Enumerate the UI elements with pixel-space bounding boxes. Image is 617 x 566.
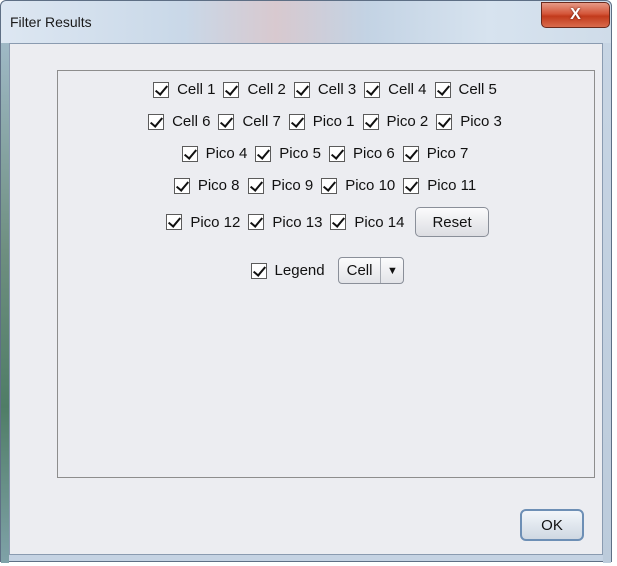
checkbox-cell-4[interactable]: Cell 4 [364,81,428,98]
checkbox-checked-icon[interactable] [364,81,381,98]
checkbox-checked-icon[interactable] [402,145,419,162]
ok-button[interactable]: OK [520,509,584,541]
filter-row-5: Pico 12 Pico 13 Pico 14 Reset [58,207,594,237]
checkbox-label: Cell 5 [458,81,497,98]
filter-row-2: Cell 6 Cell 7 Pico 1 Pico 2 Pico 3 [58,113,594,130]
title-bar[interactable]: Filter Results X [1,1,611,43]
filter-row-3: Pico 4 Pico 5 Pico 6 Pico 7 [58,145,594,162]
checkbox-label: Pico 4 [205,145,248,162]
checkbox-checked-icon[interactable] [321,177,338,194]
checkbox-label: Pico 1 [312,113,355,130]
window-frame-left [1,43,9,563]
close-button[interactable]: X [541,2,610,28]
checkbox-cell-2[interactable]: Cell 2 [223,81,287,98]
checkbox-pico-13[interactable]: Pico 13 [248,214,324,231]
checkbox-checked-icon[interactable] [248,214,265,230]
window-frame-right [603,43,611,563]
dialog-content: Cell 1 Cell 2 Cell 3 Cell 4 Cell 5 Cell … [9,43,603,555]
checkbox-label: Pico 5 [279,145,321,162]
checkbox-checked-icon[interactable] [403,177,420,194]
checkbox-pico-11[interactable]: Pico 11 [403,177,478,194]
legend-row: Legend Cell ▼ [58,257,594,284]
checkbox-checked-icon[interactable] [148,113,165,130]
checkbox-checked-icon[interactable] [255,145,272,162]
checkbox-cell-1[interactable]: Cell 1 [153,81,217,98]
checkbox-checked-icon[interactable] [153,81,170,98]
checkbox-pico-6[interactable]: Pico 6 [329,145,397,162]
checkbox-label: Pico 13 [272,213,323,231]
filter-row-4: Pico 8 Pico 9 Pico 10 Pico 11 [58,177,594,194]
checkbox-label: Cell 3 [317,81,357,98]
checkbox-label: Pico 14 [354,213,405,231]
checkbox-label: Pico 11 [427,177,477,194]
checkbox-label: Pico 3 [460,113,502,130]
checkbox-checked-icon[interactable] [166,214,183,230]
checkbox-label: Cell 1 [177,81,216,98]
checkbox-checked-icon[interactable] [362,113,379,130]
checkbox-label: Cell 4 [388,81,427,98]
checkbox-pico-1[interactable]: Pico 1 [288,113,357,130]
checkbox-label: Pico 12 [190,213,241,231]
checkbox-pico-7[interactable]: Pico 7 [402,145,471,162]
legend-type-select[interactable]: Cell ▼ [337,257,405,284]
checkbox-pico-14[interactable]: Pico 14 [330,214,406,231]
reset-button[interactable]: Reset [415,207,489,237]
dropdown-arrow-icon[interactable]: ▼ [380,258,403,283]
checkbox-label: Pico 6 [353,145,395,162]
checkbox-pico-2[interactable]: Pico 2 [362,113,431,130]
checkbox-pico-5[interactable]: Pico 5 [255,145,323,162]
checkbox-label: Pico 10 [345,177,396,194]
checkbox-label: Cell 6 [172,113,211,130]
checkbox-checked-icon[interactable] [223,81,240,98]
checkbox-checked-icon[interactable] [436,113,453,130]
filter-panel: Cell 1 Cell 2 Cell 3 Cell 4 Cell 5 Cell … [57,70,595,478]
checkbox-label: Pico 9 [271,177,314,194]
checkbox-pico-10[interactable]: Pico 10 [321,177,397,194]
checkbox-checked-icon[interactable] [218,113,235,130]
checkbox-label: Pico 7 [426,145,469,162]
checkbox-cell-7[interactable]: Cell 7 [218,113,282,130]
checkbox-legend[interactable]: Legend [250,262,327,279]
checkbox-pico-12[interactable]: Pico 12 [166,214,242,231]
checkbox-checked-icon[interactable] [293,81,310,98]
checkbox-label: Pico 2 [386,113,429,130]
select-value: Cell [346,262,373,279]
window-title: Filter Results [10,14,92,30]
filter-results-window: Filter Results X Cell 1 Cell 2 Cell 3 Ce… [0,0,612,563]
checkbox-checked-icon[interactable] [181,145,198,162]
filter-row-1: Cell 1 Cell 2 Cell 3 Cell 4 Cell 5 [58,81,594,98]
checkbox-label: Legend [274,262,325,279]
checkbox-checked-icon[interactable] [247,177,264,194]
checkbox-cell-6[interactable]: Cell 6 [148,113,212,130]
checkbox-label: Pico 8 [197,177,240,194]
checkbox-checked-icon[interactable] [288,113,305,130]
checkbox-checked-icon[interactable] [434,81,451,98]
checkbox-cell-3[interactable]: Cell 3 [293,81,358,98]
close-icon: X [570,6,581,23]
checkbox-checked-icon[interactable] [329,145,345,162]
checkbox-label: Cell 2 [247,81,286,98]
checkbox-checked-icon[interactable] [330,214,347,230]
checkbox-checked-icon[interactable] [250,262,267,279]
checkbox-checked-icon[interactable] [173,177,190,194]
checkbox-pico-4[interactable]: Pico 4 [181,145,250,162]
checkbox-pico-9[interactable]: Pico 9 [247,177,316,194]
checkbox-pico-3[interactable]: Pico 3 [436,113,504,130]
checkbox-pico-8[interactable]: Pico 8 [173,177,242,194]
checkbox-cell-5[interactable]: Cell 5 [434,81,499,98]
checkbox-label: Cell 7 [242,113,281,130]
